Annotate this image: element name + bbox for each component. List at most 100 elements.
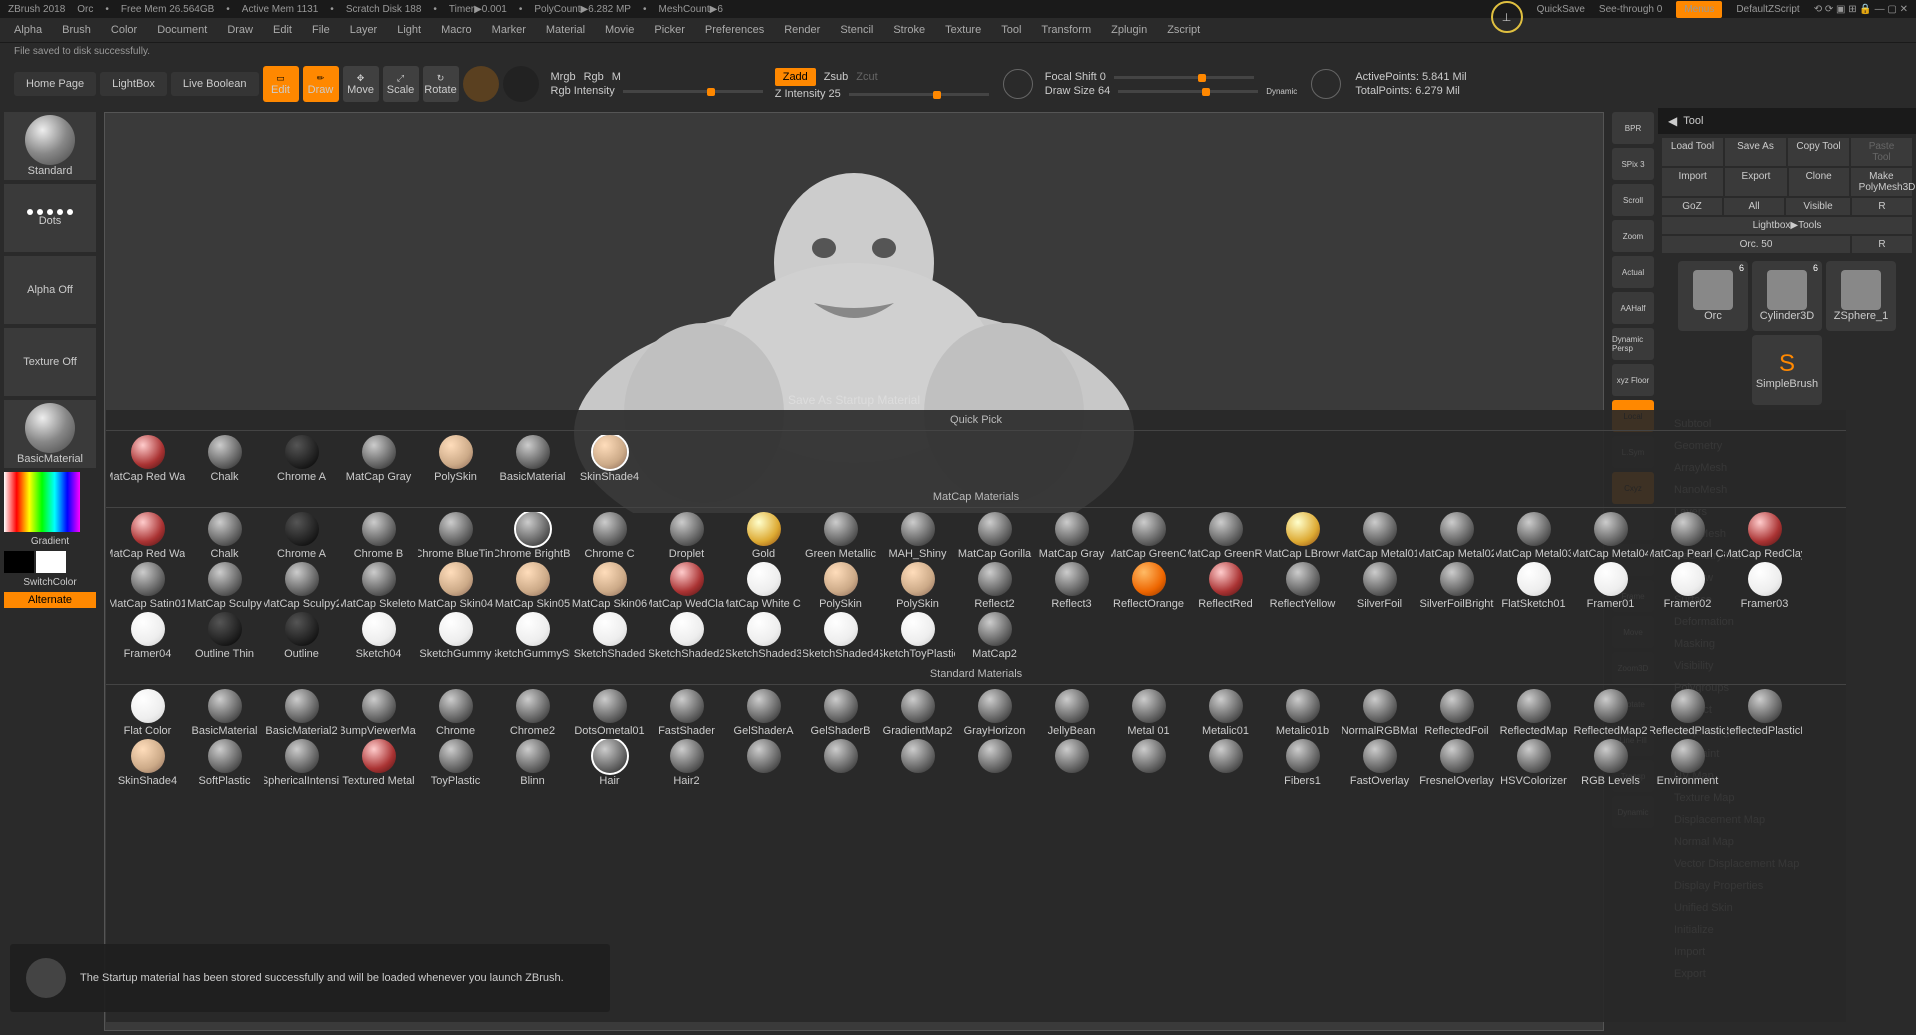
- material-matcap-metal02[interactable]: MatCap Metal02: [1419, 512, 1494, 560]
- material-[interactable]: [1188, 739, 1263, 787]
- material-jellybean[interactable]: JellyBean: [1034, 689, 1109, 737]
- right-icon-bpr[interactable]: BPR: [1612, 112, 1654, 144]
- home-button[interactable]: Home Page: [14, 72, 96, 96]
- material-matcap-gray[interactable]: MatCap Gray: [1034, 512, 1109, 560]
- save-as-button[interactable]: Save As: [1725, 138, 1786, 166]
- import-button[interactable]: Import: [1662, 168, 1723, 196]
- material-sketch04[interactable]: Sketch04: [341, 612, 416, 660]
- draw-mode-button[interactable]: ✏Draw: [303, 66, 339, 102]
- material-bumpviewermat[interactable]: BumpViewerMat: [341, 689, 416, 737]
- menus-button[interactable]: Menus: [1676, 1, 1722, 18]
- material-fibers1[interactable]: Fibers1: [1265, 739, 1340, 787]
- material-framer02[interactable]: Framer02: [1650, 562, 1725, 610]
- material-reflectedplastice[interactable]: ReflectedPlasticE: [1727, 689, 1802, 737]
- material-reflectedmap[interactable]: ReflectedMap: [1496, 689, 1571, 737]
- move-mode-button[interactable]: ✥Move: [343, 66, 379, 102]
- material-matcap-skin06[interactable]: MatCap Skin06: [572, 562, 647, 610]
- material-sketchshaded3[interactable]: SketchShaded3: [726, 612, 801, 660]
- material-matcap-metal01[interactable]: MatCap Metal01: [1342, 512, 1417, 560]
- material-matcap-metal04[interactable]: MatCap Metal04: [1573, 512, 1648, 560]
- material-matcap-wedclay[interactable]: MatCap WedClay: [649, 562, 724, 610]
- material-reflect2[interactable]: Reflect2: [957, 562, 1032, 610]
- material-reflectedfoil[interactable]: ReflectedFoil: [1419, 689, 1494, 737]
- rotate-mode-button[interactable]: ↻Rotate: [423, 66, 459, 102]
- menu-tool[interactable]: Tool: [1001, 24, 1021, 36]
- material-flatsketch01[interactable]: FlatSketch01: [1496, 562, 1571, 610]
- switch-color-button[interactable]: SwitchColor: [4, 577, 96, 588]
- tool-orc[interactable]: Orc: [1678, 261, 1748, 331]
- clone-button[interactable]: Clone: [1789, 168, 1849, 196]
- swatch-white[interactable]: [36, 551, 66, 573]
- material-[interactable]: [1034, 739, 1109, 787]
- brush-round-icon[interactable]: [463, 66, 499, 102]
- r2-button[interactable]: R: [1852, 236, 1912, 253]
- draw-size-slider[interactable]: [1118, 90, 1258, 93]
- material-gelshadera[interactable]: GelShaderA: [726, 689, 801, 737]
- menu-color[interactable]: Color: [111, 24, 137, 36]
- tool-cylinder3d[interactable]: Cylinder3D: [1752, 261, 1822, 331]
- material-matcap-sculpy[interactable]: MatCap Sculpy: [187, 562, 262, 610]
- material-matcap-skin05[interactable]: MatCap Skin05: [495, 562, 570, 610]
- menu-movie[interactable]: Movie: [605, 24, 634, 36]
- tool-zsphere_1[interactable]: ZSphere_1: [1826, 261, 1896, 331]
- material-basicmaterial[interactable]: BasicMaterial: [495, 435, 570, 483]
- material-reflectred[interactable]: ReflectRed: [1188, 562, 1263, 610]
- menu-picker[interactable]: Picker: [654, 24, 685, 36]
- material-matcap-redclay[interactable]: MatCap RedClay: [1727, 512, 1802, 560]
- circle-icon[interactable]: ⊥: [1491, 1, 1523, 33]
- material-chalk[interactable]: Chalk: [187, 435, 262, 483]
- menu-stencil[interactable]: Stencil: [840, 24, 873, 36]
- seethrough-slider[interactable]: See-through 0: [1599, 4, 1662, 15]
- menu-edit[interactable]: Edit: [273, 24, 292, 36]
- material-environment[interactable]: Environment: [1650, 739, 1725, 787]
- material-dotsometal01[interactable]: DotsOmetal01: [572, 689, 647, 737]
- material-grayhorizon[interactable]: GrayHorizon: [957, 689, 1032, 737]
- material-basicmaterial[interactable]: BasicMaterial: [187, 689, 262, 737]
- material-metal-01[interactable]: Metal 01: [1111, 689, 1186, 737]
- material-softplastic[interactable]: SoftPlastic: [187, 739, 262, 787]
- menu-document[interactable]: Document: [157, 24, 207, 36]
- material-fastoverlay[interactable]: FastOverlay: [1342, 739, 1417, 787]
- material-matcap-sculpy2[interactable]: MatCap Sculpy2: [264, 562, 339, 610]
- menu-zplugin[interactable]: Zplugin: [1111, 24, 1147, 36]
- export-button[interactable]: Export: [1725, 168, 1786, 196]
- menu-file[interactable]: File: [312, 24, 330, 36]
- material-framer04[interactable]: Framer04: [110, 612, 185, 660]
- material-flat-color[interactable]: Flat Color: [110, 689, 185, 737]
- material-chrome-b[interactable]: Chrome B: [341, 512, 416, 560]
- material-sketchtoyplastic[interactable]: SketchToyPlastic: [880, 612, 955, 660]
- make-polymesh-button[interactable]: Make PolyMesh3D: [1851, 168, 1912, 196]
- material-gold[interactable]: Gold: [726, 512, 801, 560]
- zadd-button[interactable]: Zadd: [775, 68, 816, 86]
- menu-layer[interactable]: Layer: [350, 24, 378, 36]
- menu-transform[interactable]: Transform: [1041, 24, 1091, 36]
- color-picker[interactable]: [4, 472, 80, 532]
- material-silverfoil[interactable]: SilverFoil: [1342, 562, 1417, 610]
- alternate-button[interactable]: Alternate: [4, 592, 96, 608]
- menu-alpha[interactable]: Alpha: [14, 24, 42, 36]
- material-skinshade4[interactable]: SkinShade4: [572, 435, 647, 483]
- material-sketchshaded[interactable]: SketchShaded: [572, 612, 647, 660]
- livebool-button[interactable]: Live Boolean: [171, 72, 259, 96]
- texture-preview[interactable]: Texture Off: [4, 328, 96, 396]
- material-framer03[interactable]: Framer03: [1727, 562, 1802, 610]
- material-[interactable]: [880, 739, 955, 787]
- material-matcap-greencl[interactable]: MatCap GreenCl: [1111, 512, 1186, 560]
- default-script[interactable]: DefaultZScript: [1736, 4, 1799, 15]
- all-button[interactable]: All: [1724, 198, 1784, 215]
- material-mah_shiny[interactable]: MAH_Shiny: [880, 512, 955, 560]
- right-icon-zoom[interactable]: Zoom: [1612, 220, 1654, 252]
- material-hair[interactable]: Hair: [572, 739, 647, 787]
- menu-draw[interactable]: Draw: [227, 24, 253, 36]
- scale-mode-button[interactable]: ⤢Scale: [383, 66, 419, 102]
- material-[interactable]: [1111, 739, 1186, 787]
- quicksave-button[interactable]: QuickSave: [1537, 4, 1585, 15]
- material-matcap-skeletor[interactable]: MatCap Skeletor: [341, 562, 416, 610]
- material-matcap-greenre[interactable]: MatCap GreenRe: [1188, 512, 1263, 560]
- material-sketchgummy[interactable]: SketchGummy: [418, 612, 493, 660]
- material-textured-metal[interactable]: Textured Metal: [341, 739, 416, 787]
- material-sketchshaded4[interactable]: SketchShaded4: [803, 612, 878, 660]
- window-controls[interactable]: ⟲ ⟳ ▣ ⊞ 🔒 — ▢ ✕: [1814, 4, 1908, 15]
- brush-dark-icon[interactable]: [503, 66, 539, 102]
- rgb-intensity-slider[interactable]: [623, 90, 763, 93]
